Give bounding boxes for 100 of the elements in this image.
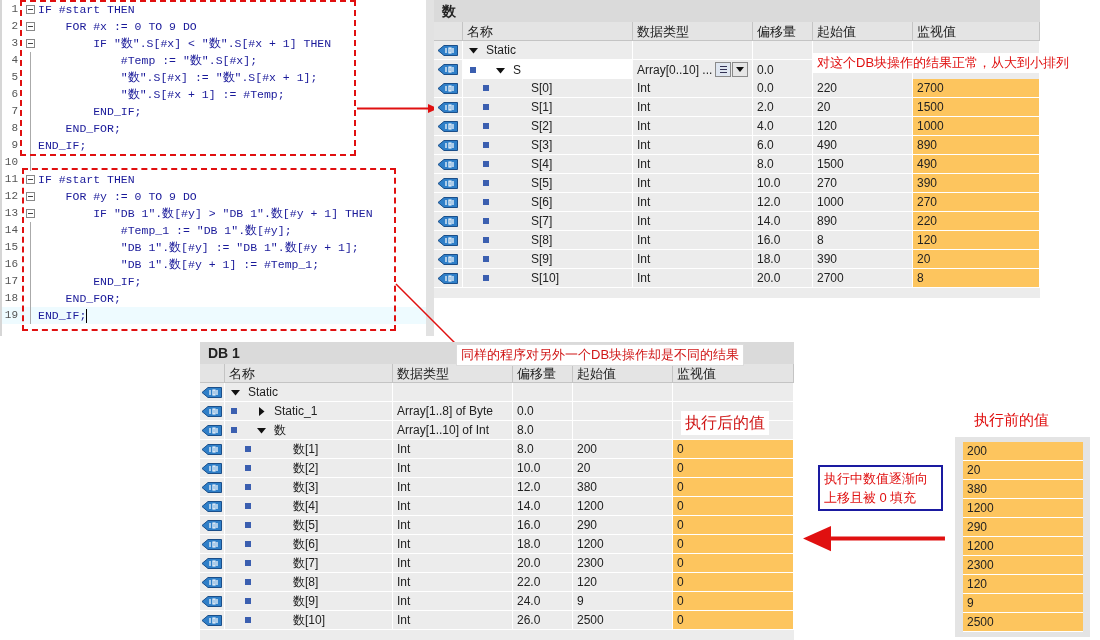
name-cell[interactable]: 数[1] (225, 440, 393, 459)
name-cell[interactable]: S[0] (463, 79, 633, 98)
code-line: "DB 1".数[#y + 1] := #Temp_1; (119, 257, 320, 273)
name-cell[interactable]: Static (463, 41, 633, 60)
code-line: END_IF; (38, 138, 87, 154)
caret-icon[interactable] (231, 387, 240, 397)
table-cell: 380 (573, 478, 673, 497)
tag-icon (438, 215, 458, 227)
table-cell: 270 (913, 193, 1040, 212)
caret-icon[interactable] (257, 425, 266, 435)
value-cell: 2300 (963, 556, 1083, 575)
table-cell: 120 (913, 231, 1040, 250)
fold-icon[interactable] (25, 209, 35, 219)
fold-icon[interactable] (25, 5, 35, 15)
name-cell[interactable]: S[10] (463, 269, 633, 288)
fold-icon[interactable] (25, 175, 35, 185)
fold-icon[interactable] (25, 192, 35, 202)
name-cell[interactable]: S[1] (463, 98, 633, 117)
name-cell[interactable]: S[8] (463, 231, 633, 250)
bullet-icon (245, 446, 251, 452)
bullet-icon (245, 541, 251, 547)
panel-title: 数 (434, 0, 1040, 22)
name-cell[interactable]: 数[8] (225, 573, 393, 592)
name-cell[interactable]: 数 (225, 421, 393, 440)
name-cell[interactable]: S[5] (463, 174, 633, 193)
line-number: 2 (10, 19, 18, 35)
table-cell: 0 (673, 459, 794, 478)
variable-name: S[4] (531, 156, 553, 173)
tag-icon (438, 139, 458, 151)
table-cell: 8.0 (513, 421, 573, 440)
list-button[interactable] (715, 62, 731, 77)
table-cell: 0 (673, 592, 794, 611)
caret-icon[interactable] (496, 65, 505, 75)
name-cell[interactable]: S[2] (463, 117, 633, 136)
table-cell: 26.0 (513, 611, 573, 630)
table-cell: 4.0 (753, 117, 813, 136)
name-cell[interactable]: 数[5] (225, 516, 393, 535)
name-cell[interactable]: Static_1 (225, 402, 393, 421)
name-cell[interactable]: 数[3] (225, 478, 393, 497)
caret-icon[interactable] (469, 45, 478, 55)
name-cell[interactable]: 数[6] (225, 535, 393, 554)
type-text: Int (397, 536, 411, 553)
bullet-icon (483, 161, 489, 167)
table-cell: 0 (673, 554, 794, 573)
line-number: 15 (3, 240, 18, 256)
name-cell[interactable]: S[4] (463, 155, 633, 174)
line-number: 5 (10, 70, 18, 86)
tag-icon (202, 557, 222, 569)
type-text: Int (637, 137, 651, 154)
value-cell: 2500 (963, 613, 1083, 632)
bullet-icon (483, 104, 489, 110)
type-text: Int (397, 593, 411, 610)
type-text: Int (397, 555, 411, 572)
table-cell: 1000 (813, 193, 913, 212)
table-cell: 14.0 (513, 497, 573, 516)
name-cell[interactable]: 数[9] (225, 592, 393, 611)
bullet-icon (231, 427, 237, 433)
table-cell: 10.0 (513, 459, 573, 478)
table-cell: 290 (573, 516, 673, 535)
bullet-icon (245, 560, 251, 566)
fold-icon[interactable] (25, 39, 35, 49)
name-cell[interactable]: Static (225, 383, 393, 402)
line-number: 11 (3, 172, 18, 188)
tag-icon (202, 500, 222, 512)
table-cell: 2.0 (753, 98, 813, 117)
table-cell: 12.0 (513, 478, 573, 497)
line-number: 16 (3, 257, 18, 273)
list-icon (718, 65, 728, 74)
name-cell[interactable]: S[6] (463, 193, 633, 212)
dropdown-button[interactable] (732, 62, 748, 77)
name-cell[interactable]: S[3] (463, 136, 633, 155)
table-cell: 0.0 (753, 60, 813, 80)
caret-icon[interactable] (257, 406, 266, 416)
table-cell: 16.0 (753, 231, 813, 250)
type-text: Int (637, 232, 651, 249)
table-cell: 9 (573, 592, 673, 611)
name-cell[interactable]: S[9] (463, 250, 633, 269)
bullet-icon (245, 503, 251, 509)
line-number: 7 (10, 104, 18, 120)
name-cell[interactable]: S[7] (463, 212, 633, 231)
name-cell[interactable]: 数[7] (225, 554, 393, 573)
tag-icon (438, 120, 458, 132)
bullet-icon (245, 617, 251, 623)
type-text: Int (637, 156, 651, 173)
table-cell: 20.0 (513, 554, 573, 573)
scrollbar[interactable] (426, 0, 434, 336)
line-number: 12 (3, 189, 18, 205)
table-cell: 10.0 (753, 174, 813, 193)
table-cell: 1200 (573, 535, 673, 554)
fold-icon[interactable] (25, 22, 35, 32)
code-editor[interactable] (0, 0, 434, 336)
table-cell: 0 (673, 573, 794, 592)
bullet-icon (245, 465, 251, 471)
variable-name: S[8] (531, 232, 553, 249)
code-line: END_IF; (92, 104, 142, 120)
name-cell[interactable]: 数[10] (225, 611, 393, 630)
tag-icon (202, 576, 222, 588)
table-cell: 120 (573, 573, 673, 592)
name-cell[interactable]: 数[4] (225, 497, 393, 516)
name-cell[interactable]: 数[2] (225, 459, 393, 478)
